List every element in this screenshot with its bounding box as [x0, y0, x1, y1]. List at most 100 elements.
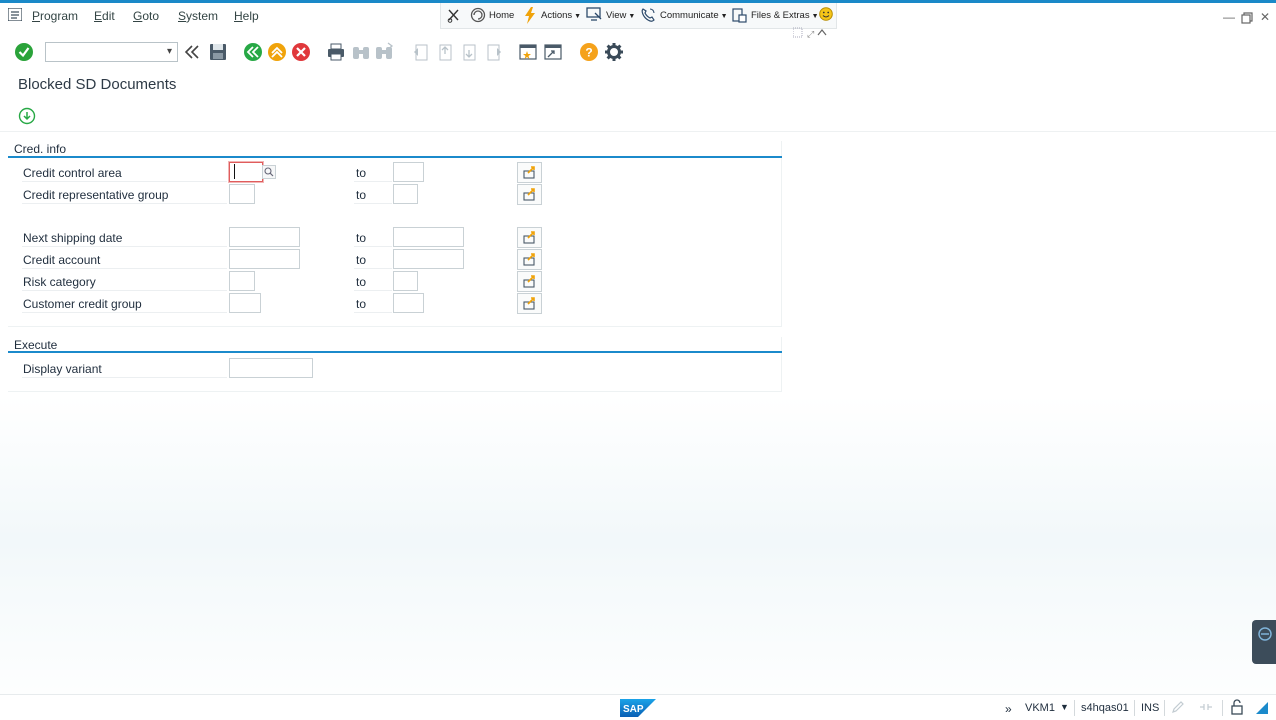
label-underline — [22, 312, 227, 313]
label-underline — [22, 377, 227, 378]
status-divider — [1164, 700, 1165, 716]
multiple-selection-button[interactable] — [517, 271, 542, 292]
multiple-selection-arrow-icon — [523, 297, 535, 310]
create-session-icon[interactable] — [518, 42, 538, 62]
restore-icon[interactable] — [1240, 11, 1254, 25]
multiple-selection-button[interactable] — [517, 162, 542, 183]
menu-edit[interactable]: Edit — [94, 9, 115, 23]
multiple-selection-arrow-icon — [523, 275, 535, 288]
view-monitor-icon — [586, 7, 602, 21]
multiple-selection-button[interactable] — [517, 184, 542, 205]
risk-category-label: Risk category — [23, 275, 96, 289]
actions-label: Actions — [541, 10, 573, 21]
next-shipping-date-from-input[interactable] — [229, 227, 300, 247]
credit-rep-group-to-label: to — [356, 188, 367, 202]
exit-icon[interactable] — [267, 42, 287, 62]
next-shipping-date-to-label: to — [356, 231, 367, 245]
chevron-down-icon: ▼ — [574, 13, 582, 20]
cut-icon[interactable] — [447, 8, 461, 23]
actions-menu[interactable]: Actions ▼ — [541, 10, 581, 21]
smiley-feedback-icon[interactable] — [819, 7, 833, 21]
multiple-selection-arrow-icon — [523, 166, 535, 179]
label-underline — [22, 181, 227, 182]
command-field[interactable]: ▾ — [45, 42, 178, 62]
credit-account-from-input[interactable] — [229, 249, 300, 269]
view-label: View — [606, 10, 627, 21]
minimize-icon[interactable]: — — [1222, 11, 1236, 25]
print-icon[interactable] — [326, 42, 346, 62]
help-icon[interactable]: ? — [579, 42, 599, 62]
header-separator — [0, 131, 1276, 132]
multiple-selection-arrow-icon — [523, 253, 535, 266]
value-help-search-icon[interactable] — [262, 165, 276, 179]
customer-credit-group-to-input[interactable] — [393, 293, 424, 313]
home-button[interactable]: Home — [489, 10, 514, 21]
to-underline — [354, 312, 392, 313]
multiple-selection-button[interactable] — [517, 249, 542, 270]
customer-credit-group-from-input[interactable] — [229, 293, 261, 313]
credit-account-to-input[interactable] — [393, 249, 464, 269]
customer-credit-group-label: Customer credit group — [23, 297, 142, 311]
label-underline — [22, 203, 227, 204]
communicate-phone-icon — [641, 8, 655, 22]
credit-account-label: Credit account — [23, 253, 101, 267]
home-icon[interactable] — [470, 7, 486, 23]
risk-category-to-input[interactable] — [393, 271, 418, 291]
credit-control-area-label: Credit control area — [23, 166, 122, 180]
home-label: Home — [489, 10, 515, 21]
credit-control-area-to-input[interactable] — [393, 162, 424, 182]
menu-goto[interactable]: Goto — [133, 9, 159, 23]
credit-control-area-from-input[interactable] — [229, 162, 263, 182]
command-bar: Home Actions ▼ View ▼ Communicate ▼ Files &… — [440, 3, 837, 29]
side-panel-tab[interactable] — [1252, 620, 1276, 664]
settings-gear-icon[interactable] — [604, 42, 624, 62]
risk-category-to-label: to — [356, 275, 367, 289]
cred-info-title: Cred. info — [14, 142, 67, 156]
credit-account-to-label: to — [356, 253, 367, 267]
credit-rep-group-from-input[interactable] — [229, 184, 255, 204]
to-underline — [354, 181, 392, 182]
close-window-icon[interactable]: ✕ — [1258, 11, 1272, 25]
to-underline — [354, 246, 392, 247]
save-icon[interactable] — [208, 42, 228, 62]
multiple-selection-button[interactable] — [517, 227, 542, 248]
find-next-icon — [376, 42, 394, 59]
communicate-menu[interactable]: Communicate ▼ — [660, 10, 728, 21]
display-variant-label: Display variant — [23, 362, 102, 376]
toolbar: ? — [0, 36, 1276, 68]
multiple-selection-arrow-icon — [523, 231, 535, 244]
execute-title: Execute — [14, 338, 58, 352]
create-shortcut-icon[interactable] — [543, 42, 563, 62]
multiple-selection-button[interactable] — [517, 293, 542, 314]
chevron-down-icon[interactable]: ▾ — [167, 46, 172, 57]
next-shipping-date-label: Next shipping date — [23, 231, 123, 245]
execute-icon[interactable] — [18, 107, 36, 125]
next-shipping-date-to-input[interactable] — [393, 227, 464, 247]
back-icon[interactable] — [243, 42, 263, 62]
menu-system-label: System — [178, 9, 219, 23]
transaction-code: VKM1 — [1025, 702, 1055, 714]
menu-program[interactable]: Program — [32, 9, 78, 23]
risk-category-from-input[interactable] — [229, 271, 255, 291]
chevron-down-icon[interactable]: ▼ — [1060, 702, 1069, 712]
menu-goto-label: Goto — [133, 9, 160, 23]
view-menu[interactable]: View ▼ — [606, 10, 635, 21]
enter-confirm-icon[interactable] — [14, 42, 34, 62]
double-chevron-left-icon[interactable] — [182, 42, 202, 62]
customer-credit-group-to-label: to — [356, 297, 367, 311]
page-title: Blocked SD Documents — [18, 76, 177, 93]
app-menu-icon[interactable] — [8, 8, 22, 21]
edit-pencil-icon — [1172, 701, 1184, 713]
expand-status-icon[interactable]: » — [1005, 702, 1012, 716]
files-extras-menu[interactable]: Files & Extras ▼ — [751, 10, 819, 21]
resize-grip-icon[interactable] — [1256, 702, 1268, 714]
text-cursor — [234, 164, 235, 179]
lock-icon[interactable] — [1230, 699, 1244, 715]
credit-rep-group-to-input[interactable] — [393, 184, 418, 204]
svg-text:?: ? — [585, 46, 592, 60]
menu-system[interactable]: System — [178, 9, 218, 23]
insert-mode: INS — [1141, 702, 1160, 714]
display-variant-input[interactable] — [229, 358, 313, 378]
menu-help[interactable]: Help — [234, 9, 259, 23]
cancel-icon[interactable] — [291, 42, 311, 62]
